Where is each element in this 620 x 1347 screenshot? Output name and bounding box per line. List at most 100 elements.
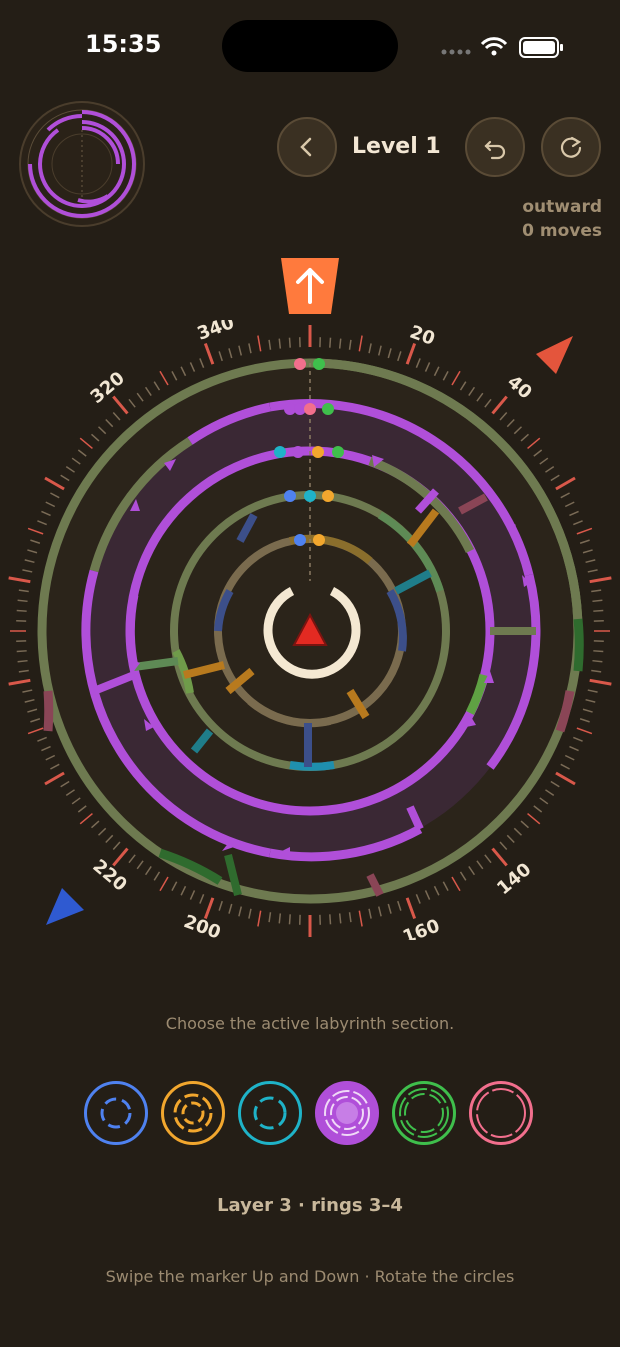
chevron-left-icon (300, 137, 312, 157)
dial-tick (424, 362, 431, 372)
dial-tick (248, 343, 252, 354)
layer-button-blue[interactable] (84, 1081, 148, 1145)
dial-tick (520, 433, 529, 442)
dial-tick (527, 812, 541, 825)
dial-tick (77, 805, 87, 813)
dial-tick (520, 820, 529, 829)
purple-ring-icon (324, 1090, 370, 1136)
dial-tick (589, 576, 612, 584)
dial-tick (199, 894, 205, 904)
dial-tick (41, 510, 51, 517)
dial-tick (27, 727, 44, 735)
dial-tick (17, 659, 28, 663)
dial-tick (8, 678, 31, 686)
dial-label-140: 140 (493, 859, 535, 899)
dial-label-320: 320 (86, 368, 128, 408)
dial-tick (476, 392, 484, 402)
dial-tick (560, 492, 570, 499)
dial-tick (91, 433, 100, 442)
layer-button-orange[interactable] (161, 1081, 225, 1145)
signal-wifi-battery-icon (441, 37, 563, 58)
dial-tick (484, 854, 492, 864)
dial-tick (22, 569, 33, 573)
red-pointer-icon (536, 336, 573, 374)
layer-button-purple[interactable] (315, 1081, 379, 1145)
dial-label-20: 20 (407, 322, 438, 350)
dial-tick (533, 449, 543, 457)
dial-tick (506, 418, 515, 428)
undo-button[interactable] (465, 117, 525, 177)
dial-tick (358, 910, 363, 927)
dial-tick (564, 754, 575, 761)
dial-tick (24, 698, 35, 703)
dial-tick (112, 841, 121, 850)
dial-tick (433, 366, 440, 377)
dial-tick (377, 345, 382, 356)
dial-tick (368, 343, 372, 354)
dial-tick (30, 718, 41, 723)
orange-ring-icon (173, 1093, 213, 1133)
dial-tick (238, 906, 243, 917)
dial-tick (65, 789, 75, 797)
dial-tick (573, 520, 583, 526)
dial-tick (433, 885, 440, 896)
dial-label-160: 160 (400, 915, 442, 940)
instruction-text: Choose the active labyrinth section. (165, 1014, 455, 1033)
dial-tick (476, 860, 484, 870)
dial-tick (248, 908, 252, 919)
dynamic-island (222, 20, 398, 72)
dial-tick (491, 847, 508, 867)
mini-map[interactable] (18, 100, 146, 228)
dial-tick (144, 386, 152, 396)
dial-tick (136, 860, 144, 870)
dial-tick (27, 708, 38, 713)
dial-tick (218, 351, 223, 362)
dial-tick (387, 903, 392, 914)
dial-tick (24, 559, 35, 564)
layer-button-green[interactable] (392, 1081, 456, 1145)
dial-tick (405, 897, 417, 920)
dial-tick (442, 881, 449, 891)
layer-button-cyan[interactable] (238, 1081, 302, 1145)
refresh-icon (560, 136, 582, 158)
dial-tick (60, 780, 70, 788)
dial-tick (592, 599, 603, 603)
dial-tick (79, 812, 93, 825)
dial-tick (576, 727, 593, 735)
cyan-ring-icon (253, 1096, 287, 1130)
back-button[interactable] (277, 117, 337, 177)
dial-tick (587, 689, 598, 693)
undo-icon (484, 140, 506, 160)
green-ring-icon (399, 1088, 449, 1138)
dial-tick (278, 913, 282, 924)
dial-tick (591, 669, 602, 673)
dial-tick (592, 659, 603, 663)
dial-tick (79, 437, 93, 450)
pink-ring-icon (476, 1088, 526, 1138)
dial-tick (591, 589, 602, 593)
restart-button[interactable] (541, 117, 601, 177)
dial-tick (128, 398, 136, 408)
dial-tick (329, 337, 332, 348)
dial-tick (218, 900, 223, 911)
dial-tick (180, 366, 187, 377)
dial-tick (30, 539, 41, 544)
labyrinth-dial[interactable]: 340 20 40 320 220 140 200 160 180 (0, 312, 620, 959)
dial-tick (405, 342, 417, 365)
dial-tick (545, 789, 555, 797)
dial-tick (468, 386, 476, 396)
dial-tick (555, 476, 576, 491)
dial-tick (41, 745, 51, 752)
dial-tick (533, 805, 543, 813)
dial-tick (136, 392, 144, 402)
dial-tick (451, 876, 461, 892)
dial-tick (589, 678, 612, 686)
dial-tick (44, 476, 65, 491)
up-marker[interactable] (281, 258, 339, 314)
layer-button-pink[interactable] (469, 1081, 533, 1145)
layer-selector (84, 1081, 540, 1149)
dial-tick (238, 345, 243, 356)
blue-ring-icon (100, 1097, 132, 1129)
labyrinth-svg[interactable]: 340 20 40 320 220 140 200 160 180 (0, 312, 620, 959)
dial-tick (358, 335, 363, 352)
